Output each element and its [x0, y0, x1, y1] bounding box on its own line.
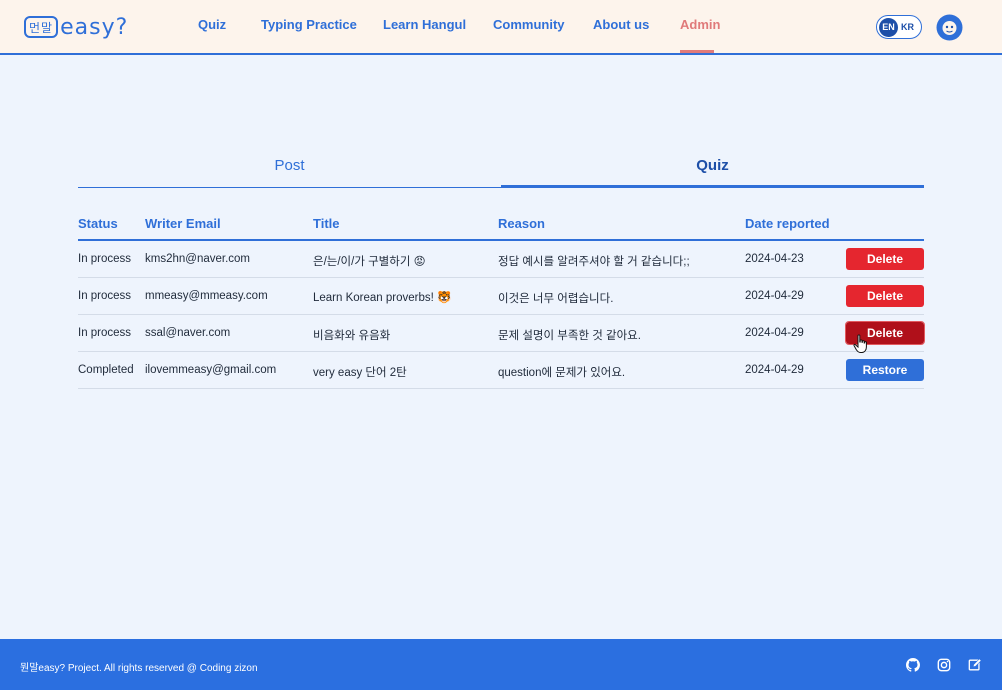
instagram-icon[interactable] — [937, 658, 951, 672]
cell-email: kms2hn@naver.com — [145, 253, 250, 265]
header-status: Status — [78, 216, 118, 231]
table-row: In process ssal@naver.com 비음화와 유음화 문제 설명… — [78, 315, 925, 352]
logo-text: easy — [60, 14, 116, 40]
cursor-icon — [853, 334, 867, 353]
edit-icon[interactable] — [968, 658, 982, 672]
cell-email: ssal@naver.com — [145, 327, 231, 339]
header-title: Title — [313, 216, 340, 231]
table-row: In process kms2hn@naver.com 은/는/이/가 구별하기… — [78, 241, 924, 278]
header-writer-email: Writer Email — [145, 216, 221, 231]
cell-title[interactable]: 비음화와 유음화 — [313, 327, 390, 343]
cell-date: 2024-04-23 — [745, 253, 804, 265]
nav-quiz[interactable]: Quiz — [198, 17, 226, 32]
cell-reason: question에 문제가 있어요. — [498, 367, 626, 379]
footer: 뭔말easy? Project. All rights reserved @ C… — [0, 639, 1002, 690]
active-nav-indicator — [680, 50, 714, 53]
header: 먼말 easy ? Quiz Typing Practice Learn Han… — [0, 0, 1002, 55]
cell-status: In process — [78, 253, 132, 265]
cell-reason: 정답 예시를 알려주셔야 할 거 같습니다;; — [498, 256, 690, 268]
logo-mark: 먼말 — [24, 16, 59, 38]
nav-about-us[interactable]: About us — [593, 17, 649, 32]
cell-title[interactable]: Learn Korean proverbs! 🐯 — [313, 290, 451, 304]
nav-typing-practice[interactable]: Typing Practice — [261, 17, 357, 32]
lang-en[interactable]: EN — [879, 17, 898, 37]
cell-date: 2024-04-29 — [745, 290, 804, 302]
cell-status: In process — [78, 290, 132, 302]
cell-reason: 이것은 너무 어렵습니다. — [498, 293, 614, 305]
table-row: In process mmeasy@mmeasy.com Learn Korea… — [78, 278, 924, 315]
table-row: Completed ilovemmeasy@gmail.com very eas… — [78, 352, 924, 389]
cell-date: 2024-04-29 — [745, 327, 804, 339]
cell-email: mmeasy@mmeasy.com — [145, 290, 268, 302]
cell-status: In process — [78, 327, 132, 339]
github-icon[interactable] — [906, 658, 920, 672]
tab-quiz[interactable]: Quiz — [501, 150, 924, 188]
nav-admin[interactable]: Admin — [680, 17, 720, 32]
tab-post[interactable]: Post — [78, 150, 501, 188]
restore-button[interactable]: Restore — [846, 359, 924, 381]
cell-title[interactable]: very easy 단어 2탄 — [313, 364, 407, 380]
cell-date: 2024-04-29 — [745, 364, 804, 376]
nav-learn-hangul[interactable]: Learn Hangul — [383, 17, 466, 32]
reports-table: Status Writer Email Title Reason Date re… — [78, 206, 925, 389]
language-toggle[interactable]: EN KR — [876, 15, 922, 39]
avatar-icon[interactable] — [936, 14, 963, 41]
logo[interactable]: 먼말 easy ? — [24, 12, 128, 42]
lang-kr[interactable]: KR — [901, 22, 914, 32]
nav-community[interactable]: Community — [493, 17, 565, 32]
tabs: Post Quiz — [78, 150, 924, 188]
table-header: Status Writer Email Title Reason Date re… — [78, 206, 924, 241]
header-reason: Reason — [498, 216, 545, 231]
cell-reason: 문제 설명이 부족한 것 같아요. — [498, 330, 641, 342]
cell-status: Completed — [78, 364, 134, 376]
delete-button[interactable]: Delete — [846, 285, 924, 307]
footer-copyright: 뭔말easy? Project. All rights reserved @ C… — [20, 663, 258, 674]
cell-title[interactable]: 은/는/이/가 구별하기 😡 — [313, 253, 426, 269]
cell-email: ilovemmeasy@gmail.com — [145, 364, 277, 376]
delete-button[interactable]: Delete — [846, 248, 924, 270]
header-date-reported: Date reported — [745, 216, 830, 231]
logo-suffix: ? — [115, 14, 129, 40]
